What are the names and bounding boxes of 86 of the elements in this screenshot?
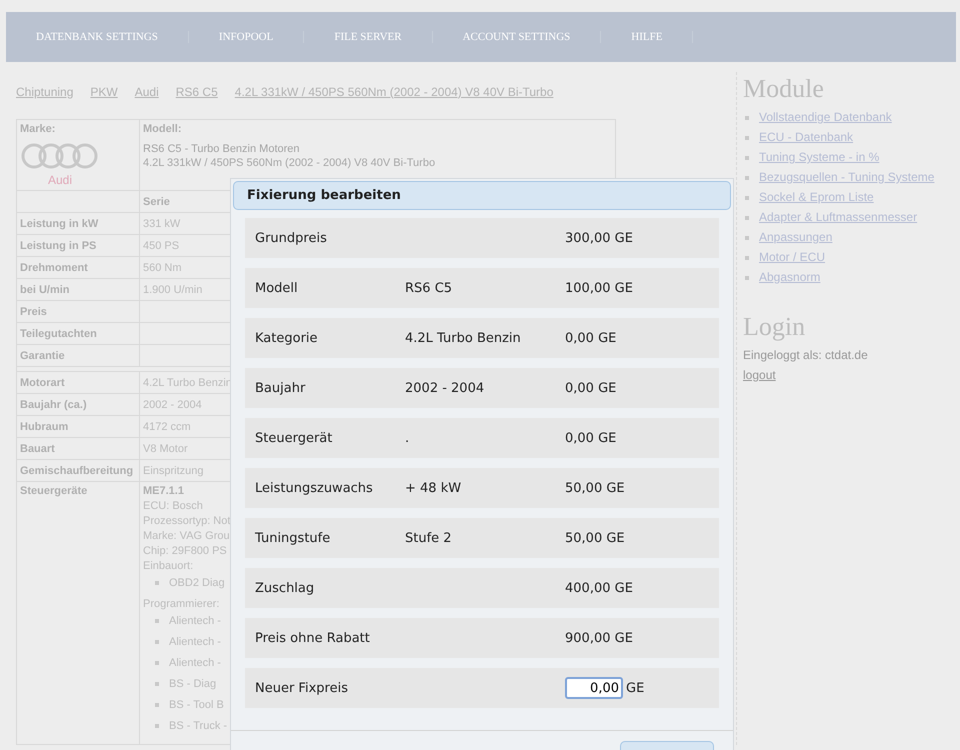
price-detail: RS6 C5 [405, 280, 452, 296]
bullet-icon [745, 176, 749, 180]
breadcrumb-link[interactable]: Chiptuning [16, 85, 74, 99]
price-label: Kategorie [255, 330, 319, 346]
column-header: Serie [143, 196, 170, 208]
module-link[interactable]: Tuning Systeme - in % [759, 150, 880, 164]
spec-label: Preis [20, 306, 47, 318]
module-link[interactable]: Anpassungen [759, 230, 832, 244]
price-value: 300,00 GE [565, 230, 633, 246]
spec-label: Hubraum [20, 420, 68, 432]
module-link[interactable]: Motor / ECU [759, 250, 826, 264]
price-label: Baujahr [255, 380, 306, 396]
module-link[interactable]: Adapter & Luftmassenmesser [759, 210, 918, 224]
price-label: Modell [255, 280, 299, 296]
module-link[interactable]: Abgasnorm [759, 270, 820, 284]
nav-link[interactable]: HILFE [601, 31, 694, 43]
price-value: 0,00 GE [565, 430, 616, 446]
spec-label: Bauart [20, 442, 55, 454]
price-detail: Stufe 2 [405, 530, 452, 546]
price-value: 50,00 GE [565, 530, 625, 546]
model-subtitle: RS6 C5 - Turbo Benzin Motoren [143, 143, 300, 155]
brand-label: Marke: [20, 123, 56, 135]
price-label: Neuer Fixpreis [255, 680, 349, 696]
bullet-icon [155, 581, 159, 586]
bullet-icon [745, 116, 749, 120]
dialog-title: Fixierung bearbeiten [233, 181, 731, 210]
bullet-icon [745, 156, 749, 160]
price-value: 400,00 GE [565, 580, 633, 596]
bullet-icon [155, 682, 159, 686]
breadcrumb-link[interactable]: Audi [134, 85, 159, 99]
model-name: 4.2L 331kW / 450PS 560Nm (2002 - 2004) V8 40V Bi-Turbo [143, 157, 436, 169]
rings-logo-icon [20, 141, 100, 171]
price-label: Zuschlag [255, 580, 316, 596]
ecu-name: ME7.1.1 [143, 485, 184, 497]
price-label: Preis ohne Rabatt [255, 630, 371, 646]
spec-label: Leistung in PS [20, 240, 96, 252]
spec-label: Garantie [20, 350, 65, 362]
bullet-icon [745, 196, 749, 200]
spec-label: Baujahr (ca.) [20, 398, 87, 410]
module-link[interactable]: Vollstaendige Datenbank [759, 110, 892, 124]
logout-link[interactable]: logout [743, 368, 776, 382]
price-label: Tuningstufe [255, 530, 332, 546]
module-link[interactable]: ECU - Datenbank [759, 130, 854, 144]
price-detail: 4.2L Turbo Benzin [405, 330, 521, 346]
price-value: 50,00 GE [565, 480, 625, 496]
breadcrumb-link[interactable]: 4.2L 331kW / 450PS 560Nm (2002 - 2004) V8 40V Bi-Turbo [234, 85, 554, 99]
breadcrumb-link[interactable]: RS6 C5 [176, 85, 218, 99]
price-detail: + 48 kW [405, 480, 462, 496]
price-detail: 2002 - 2004 [405, 380, 484, 396]
price-detail: . [405, 430, 410, 446]
spec-label: Gemischaufbereitung [20, 464, 134, 476]
currency-unit: GE [626, 680, 644, 696]
spec-label: Leistung in kW [20, 218, 98, 230]
module-link[interactable]: Sockel & Eprom Liste [759, 190, 874, 204]
price-label: Grundpreis [255, 230, 328, 246]
nav-link[interactable]: DATENBANK SETTINGS [6, 31, 189, 43]
nav-link[interactable]: ACCOUNT SETTINGS [432, 31, 602, 43]
spec-label: Motorart [20, 376, 65, 388]
price-value: 100,00 GE [565, 280, 633, 296]
brand-name: Audi [48, 173, 72, 187]
login-status: Eingeloggt als: ctdat.de [743, 348, 869, 362]
price-label: Steuergerät [255, 430, 334, 446]
spec-label: Drehmoment [20, 262, 88, 274]
model-label: Modell: [143, 123, 182, 135]
price-value: 0,00 GE [565, 330, 616, 346]
nav-link[interactable]: FILE SERVER [304, 31, 433, 43]
spec-label: Steuergeräte [20, 485, 88, 497]
price-input[interactable]: 0,00 [565, 677, 623, 699]
bullet-icon [745, 256, 749, 260]
bullet-icon [155, 661, 159, 666]
module-link[interactable]: Bezugsquellen - Tuning Systeme [759, 170, 934, 184]
bullet-icon [155, 703, 159, 708]
bullet-icon [155, 640, 159, 644]
bullet-icon [745, 236, 749, 240]
bullet-icon [155, 724, 159, 728]
price-value: 900,00 GE [565, 630, 633, 646]
spec-label: bei U/min [20, 284, 70, 296]
bullet-icon [155, 619, 159, 624]
bullet-icon [745, 276, 749, 280]
spec-label: Teilegutachten [20, 328, 97, 340]
bullet-icon [745, 216, 749, 220]
price-label: Leistungszuwachs [255, 480, 374, 496]
nav-link[interactable]: INFOPOOL [188, 31, 304, 43]
price-value: 0,00 GE [565, 380, 616, 396]
bullet-icon [745, 136, 749, 140]
breadcrumb-link[interactable]: PKW [90, 85, 118, 99]
